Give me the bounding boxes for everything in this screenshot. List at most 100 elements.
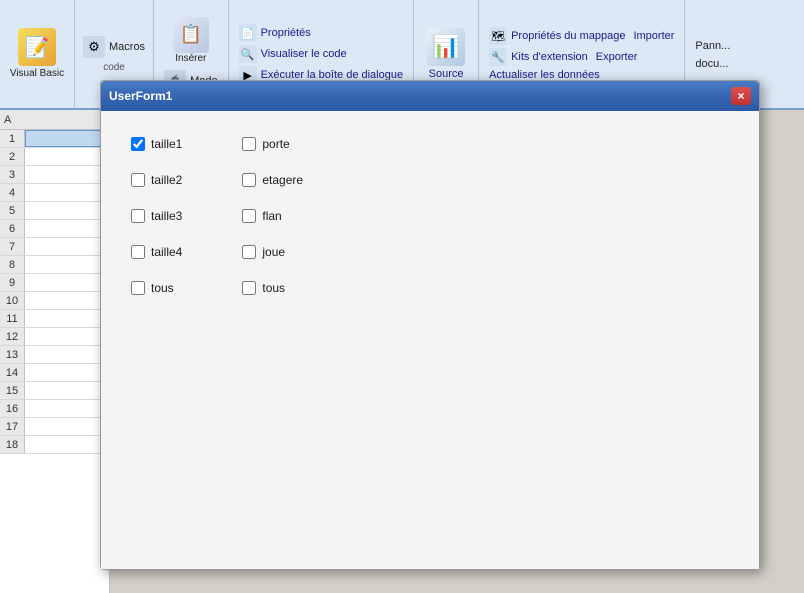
table-row[interactable]: 10 xyxy=(0,292,109,310)
visualiser-icon: 🔍 xyxy=(239,45,257,63)
table-row[interactable]: 8 xyxy=(0,256,109,274)
row-number: 14 xyxy=(0,364,25,381)
flan-checkbox[interactable] xyxy=(242,209,256,223)
macros-item[interactable]: ⚙ Macros xyxy=(83,36,145,58)
proprietes-icon: 📄 xyxy=(239,24,257,42)
proprietes-item[interactable]: 📄 Propriétés xyxy=(239,24,404,42)
taille2-checkbox[interactable] xyxy=(131,173,145,187)
table-row[interactable]: 11 xyxy=(0,310,109,328)
etagere-label[interactable]: etagere xyxy=(262,173,303,187)
kits-extension-item[interactable]: 🔧 Kits d'extension xyxy=(489,48,588,66)
ribbon-code-group: 📝 Visual Basic xyxy=(0,0,75,108)
taille1-label[interactable]: taille1 xyxy=(151,137,182,151)
etagere-checkbox[interactable] xyxy=(242,173,256,187)
cell[interactable] xyxy=(25,328,109,345)
source-icon[interactable]: 📊 xyxy=(427,28,465,66)
exporter-item[interactable]: Exporter xyxy=(596,51,638,63)
macros-label: Macros xyxy=(109,41,145,53)
table-row[interactable]: 3 xyxy=(0,166,109,184)
pann-item[interactable]: Pann... xyxy=(695,38,730,52)
docu-label: docu... xyxy=(695,58,728,70)
cell[interactable] xyxy=(25,148,109,165)
kits-extension-icon: 🔧 xyxy=(489,48,507,66)
table-row[interactable]: 4 xyxy=(0,184,109,202)
taille3-label[interactable]: taille3 xyxy=(151,209,182,223)
tous-left-checkbox[interactable] xyxy=(131,281,145,295)
taille3-checkbox[interactable] xyxy=(131,209,145,223)
cell[interactable] xyxy=(25,184,109,201)
cell[interactable] xyxy=(25,238,109,255)
row-number: 15 xyxy=(0,382,25,399)
code-group-label: code xyxy=(83,62,145,73)
taille4-checkbox[interactable] xyxy=(131,245,145,259)
cell[interactable] xyxy=(25,202,109,219)
insert-label: Insérer xyxy=(175,53,206,64)
flan-label[interactable]: flan xyxy=(262,209,281,223)
cell[interactable] xyxy=(25,418,109,435)
taille1-checkbox[interactable] xyxy=(131,137,145,151)
dialog-close-button[interactable]: × xyxy=(731,87,751,105)
docu-item[interactable]: docu... xyxy=(695,56,730,70)
cell[interactable] xyxy=(25,256,109,273)
insert-icon: 📋 xyxy=(173,17,209,53)
table-row[interactable]: 6 xyxy=(0,220,109,238)
joue-checkbox[interactable] xyxy=(242,245,256,259)
table-row[interactable]: 17 xyxy=(0,418,109,436)
row-number: 1 xyxy=(0,130,25,147)
table-row[interactable]: 1 xyxy=(0,130,109,148)
importer-item[interactable]: Importer xyxy=(633,30,674,42)
cell[interactable] xyxy=(25,382,109,399)
proprietes-mappage-icon: 🗺 xyxy=(489,27,507,45)
dialog-title: UserForm1 xyxy=(109,89,172,103)
pann-label: Pann... xyxy=(695,40,730,52)
row-number: 18 xyxy=(0,436,25,453)
checkboxes-right-column: porte etagere flan joue tous xyxy=(242,131,303,549)
table-row[interactable]: 9 xyxy=(0,274,109,292)
insert-item[interactable]: 📋 Insérer xyxy=(164,17,218,64)
joue-label[interactable]: joue xyxy=(262,245,285,259)
row-number: 3 xyxy=(0,166,25,183)
cell[interactable] xyxy=(25,310,109,327)
cell-a1[interactable] xyxy=(25,130,109,147)
table-row[interactable]: 7 xyxy=(0,238,109,256)
row-number: 16 xyxy=(0,400,25,417)
proprietes-label: Propriétés xyxy=(261,27,311,39)
row-number: 8 xyxy=(0,256,25,273)
table-row[interactable]: 18 xyxy=(0,436,109,454)
table-row[interactable]: 5 xyxy=(0,202,109,220)
cell[interactable] xyxy=(25,274,109,291)
cell[interactable] xyxy=(25,400,109,417)
mapping-mid-row: 🔧 Kits d'extension Exporter xyxy=(489,48,674,66)
cell[interactable] xyxy=(25,220,109,237)
tous-right-checkbox[interactable] xyxy=(242,281,256,295)
table-row[interactable]: 15 xyxy=(0,382,109,400)
tous-right-label[interactable]: tous xyxy=(262,281,285,295)
taille4-label[interactable]: taille4 xyxy=(151,245,182,259)
table-row[interactable]: 16 xyxy=(0,400,109,418)
cell[interactable] xyxy=(25,166,109,183)
cell[interactable] xyxy=(25,346,109,363)
table-row[interactable]: 14 xyxy=(0,364,109,382)
checkbox-taille2-item: taille2 xyxy=(131,167,182,193)
proprietes-mappage-label: Propriétés du mappage xyxy=(511,30,625,42)
cell[interactable] xyxy=(25,364,109,381)
proprietes-mappage-item[interactable]: 🗺 Propriétés du mappage xyxy=(489,27,625,45)
spreadsheet-header: A xyxy=(0,110,109,130)
table-row[interactable]: 13 xyxy=(0,346,109,364)
row-number: 5 xyxy=(0,202,25,219)
checkbox-joue-item: joue xyxy=(242,239,303,265)
tous-left-label[interactable]: tous xyxy=(151,281,174,295)
visual-basic-icon[interactable]: 📝 xyxy=(18,28,56,66)
userform-dialog: UserForm1 × taille1 taille2 taille3 tail… xyxy=(100,80,760,570)
table-row[interactable]: 2 xyxy=(0,148,109,166)
mapping-top-row: 🗺 Propriétés du mappage Importer xyxy=(489,27,674,45)
table-row[interactable]: 12 xyxy=(0,328,109,346)
cell[interactable] xyxy=(25,436,109,453)
porte-label[interactable]: porte xyxy=(262,137,289,151)
checkbox-flan-item: flan xyxy=(242,203,303,229)
taille2-label[interactable]: taille2 xyxy=(151,173,182,187)
porte-checkbox[interactable] xyxy=(242,137,256,151)
visualiser-item[interactable]: 🔍 Visualiser le code xyxy=(239,45,404,63)
cell[interactable] xyxy=(25,292,109,309)
row-number: 9 xyxy=(0,274,25,291)
